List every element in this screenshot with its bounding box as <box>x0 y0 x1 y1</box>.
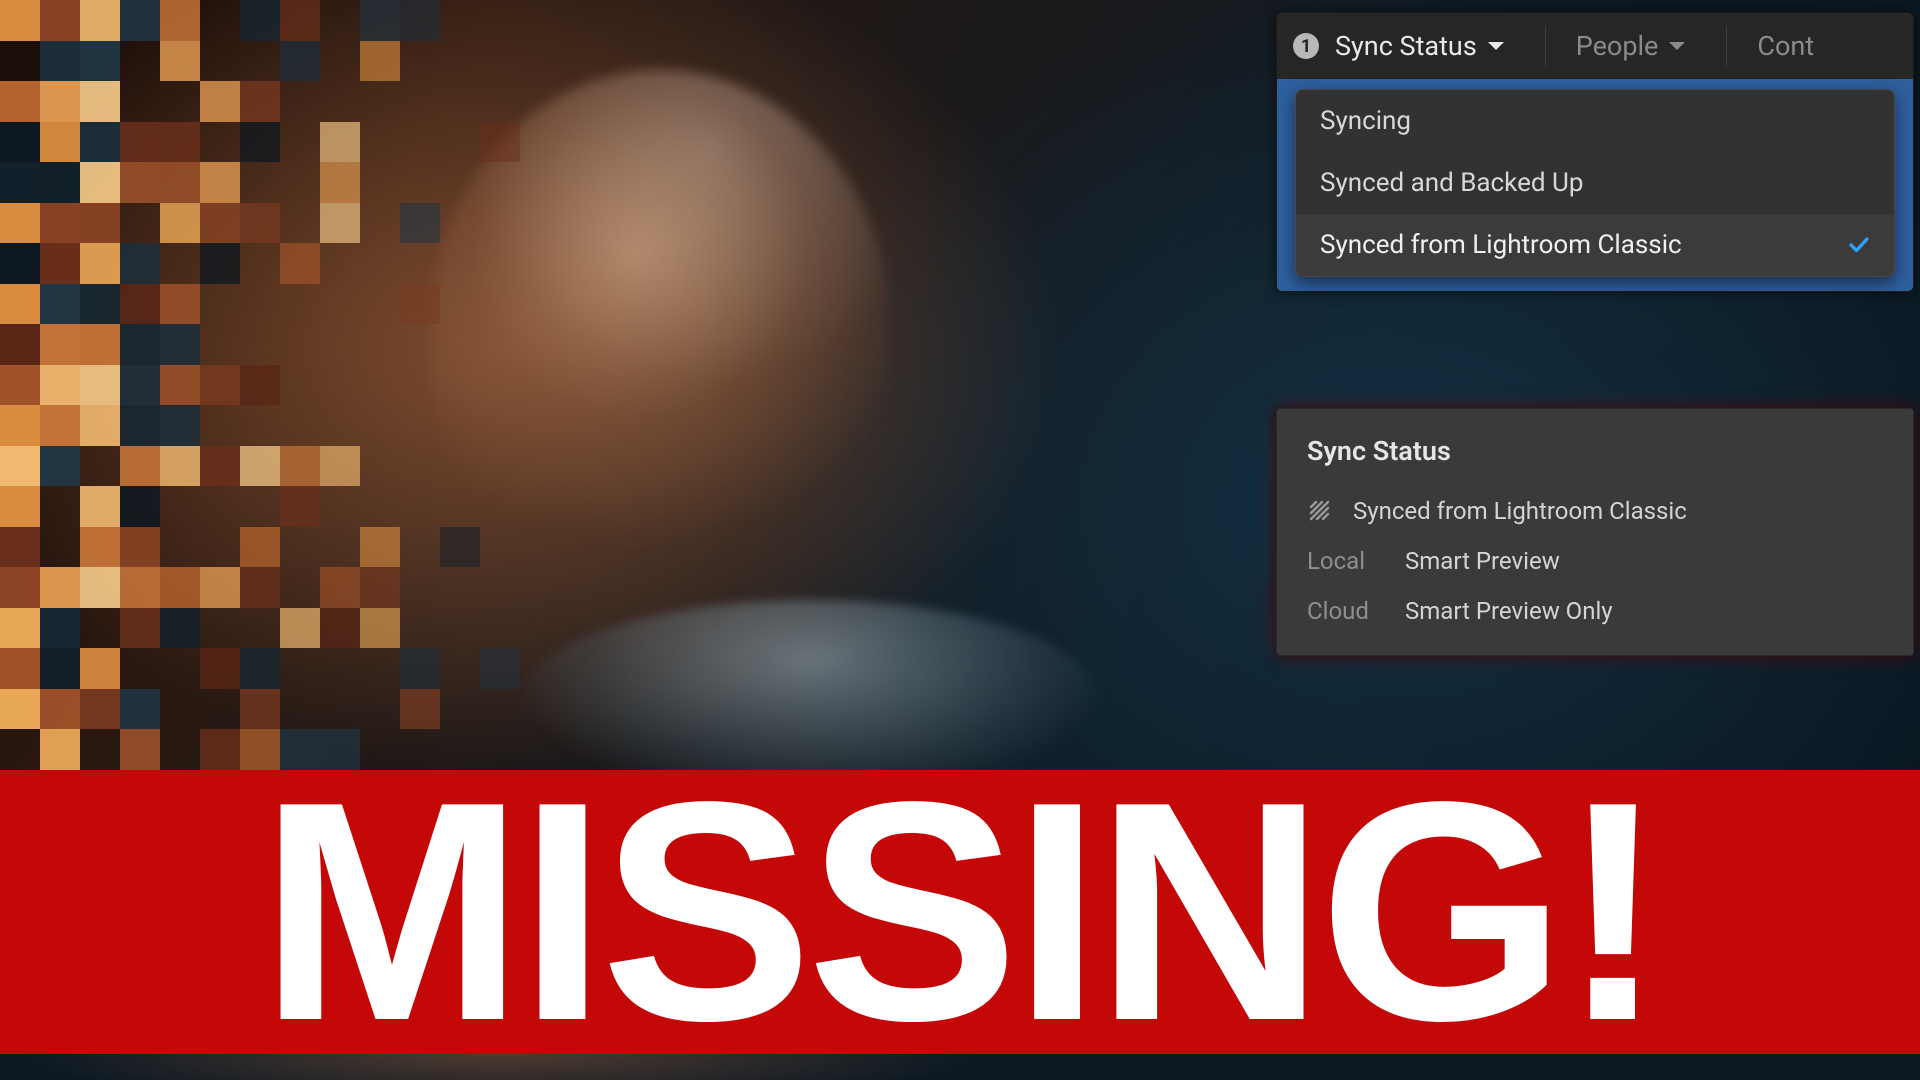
filter-bar: 1 Sync Status People Cont <box>1277 13 1913 79</box>
dropdown-item-synced-lr-classic[interactable]: Synced from Lightroom Classic <box>1296 214 1894 276</box>
dropdown-item-label: Synced and Backed Up <box>1320 168 1583 198</box>
info-local-label: Local <box>1307 547 1385 575</box>
below-banner-strip <box>0 1054 1920 1080</box>
info-row-cloud: Cloud Smart Preview Only <box>1307 597 1883 625</box>
dropdown-item-synced-backed-up[interactable]: Synced and Backed Up <box>1296 152 1894 214</box>
info-panel-title: Sync Status <box>1307 435 1883 467</box>
dropdown-container: Syncing Synced and Backed Up Synced from… <box>1277 79 1913 291</box>
info-status-value: Synced from Lightroom Classic <box>1353 497 1687 525</box>
info-cloud-value: Smart Preview Only <box>1405 597 1613 625</box>
dropdown-item-label: Syncing <box>1320 106 1411 136</box>
info-row-local: Local Smart Preview <box>1307 547 1883 575</box>
dropdown-item-syncing[interactable]: Syncing <box>1296 90 1894 152</box>
info-cloud-label: Cloud <box>1307 597 1385 625</box>
filter-separator <box>1726 26 1727 66</box>
active-filter-count-badge[interactable]: 1 <box>1293 33 1319 59</box>
sync-status-filter[interactable]: Sync Status <box>1329 24 1521 68</box>
chevron-down-icon <box>1487 40 1505 52</box>
check-icon <box>1848 236 1870 254</box>
contributed-filter-label: Cont <box>1757 30 1814 62</box>
sync-status-filter-label: Sync Status <box>1335 30 1477 62</box>
pixelation-overlay <box>0 0 560 770</box>
sync-diagonal-lines-icon <box>1307 498 1333 524</box>
missing-banner: MISSING! <box>0 770 1920 1054</box>
dropdown-item-label: Synced from Lightroom Classic <box>1320 230 1682 260</box>
sync-status-dropdown: Syncing Synced and Backed Up Synced from… <box>1295 89 1895 277</box>
info-local-value: Smart Preview <box>1405 547 1560 575</box>
chevron-down-icon <box>1668 40 1686 52</box>
people-filter[interactable]: People <box>1570 24 1703 68</box>
info-row-status: Synced from Lightroom Classic <box>1307 497 1883 525</box>
missing-banner-text: MISSING! <box>260 756 1661 1068</box>
contributed-filter[interactable]: Cont <box>1751 24 1830 68</box>
sync-status-info-panel: Sync Status Synced from Lightroom Classi… <box>1276 408 1914 656</box>
filter-bar-panel: 1 Sync Status People Cont Syncing Synced… <box>1276 12 1914 292</box>
filter-separator <box>1545 26 1546 66</box>
people-filter-label: People <box>1576 30 1659 62</box>
